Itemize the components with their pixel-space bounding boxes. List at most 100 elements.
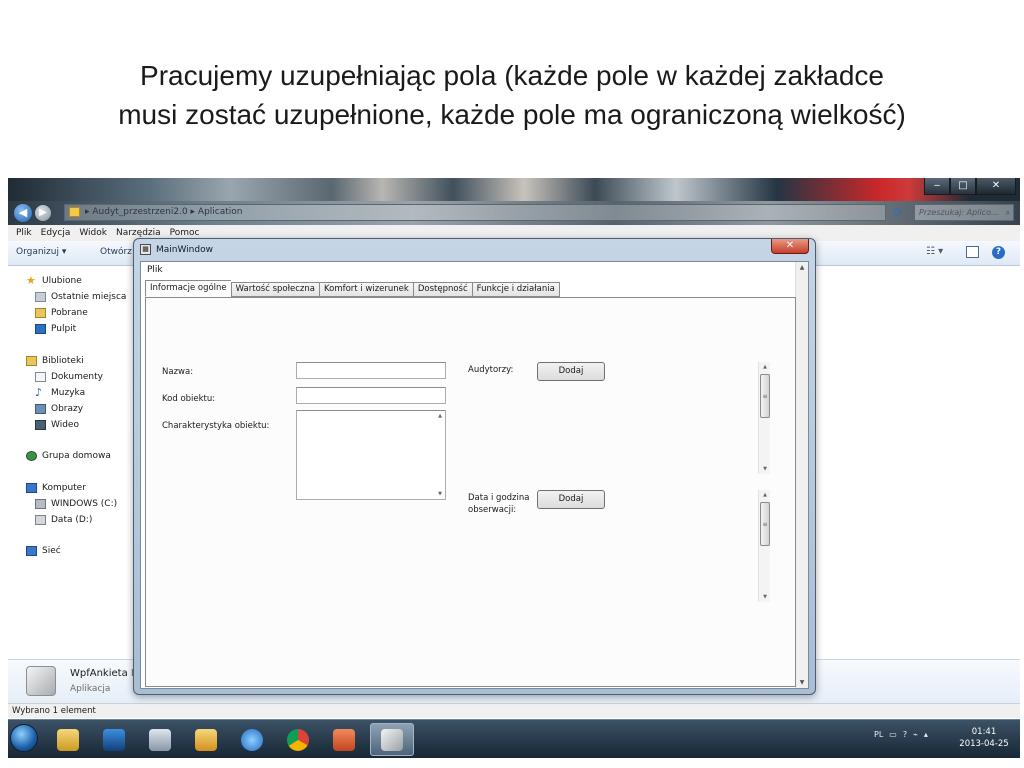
nav-libraries[interactable]: Biblioteki [26, 353, 84, 368]
add-auditor-button[interactable]: Dodaj [537, 362, 605, 381]
clock-date: 2013-04-25 [959, 739, 1009, 749]
screenshot: ‒ □ ✕ ◀ ▶ ▸ Audyt_przestrzeni2.0 ▸ Aplic… [8, 178, 1020, 758]
taskbar-explorer[interactable] [46, 723, 90, 756]
open-button[interactable]: Otwórz [100, 247, 132, 257]
tab-accessibility[interactable]: Dostępność [412, 282, 472, 297]
window-scrollbar[interactable]: ▲ ▼ [795, 262, 808, 688]
preview-pane-icon[interactable] [966, 246, 979, 258]
nav-label: Muzyka [51, 387, 86, 398]
nav-videos[interactable]: Wideo [35, 417, 79, 432]
pictures-icon [35, 403, 46, 414]
organize-button[interactable]: Organizuj ▾ [16, 247, 66, 257]
datetime-label: Data i godzina obserwacji: [468, 493, 530, 515]
menu-view[interactable]: Widok [79, 225, 107, 241]
application-icon [381, 728, 403, 751]
nav-homegroup[interactable]: Grupa domowa [26, 448, 111, 463]
refresh-icon[interactable]: ⟳ [890, 204, 906, 221]
textarea-scrollbar[interactable]: ▲ ▼ [435, 411, 445, 499]
scroll-thumb[interactable]: ≡ [760, 374, 770, 418]
powerpoint-icon [333, 728, 355, 751]
nav-label: Ostatnie miejsca [51, 291, 127, 302]
desktop-icon [35, 323, 46, 334]
scroll-down-icon[interactable]: ▼ [759, 466, 771, 472]
nav-desktop[interactable]: Pulpit [35, 321, 76, 336]
search-input[interactable]: Przeszukaj: Aplico... ⌕ [914, 204, 1014, 221]
chrome-icon [287, 728, 309, 751]
drive-icon [35, 514, 46, 525]
slide: Pracujemy uzupełniając pola (każde pole … [0, 0, 1024, 768]
taskbar-chrome[interactable] [276, 723, 320, 756]
taskbar-calculator[interactable] [138, 723, 182, 756]
taskbar-mail[interactable] [184, 723, 228, 756]
description-textarea[interactable]: ▲ ▼ [296, 410, 446, 500]
window-icon: ▦ [140, 244, 151, 255]
language-indicator[interactable]: PL [874, 730, 883, 739]
status-bar: Wybrano 1 element [8, 703, 1020, 718]
start-button[interactable] [10, 724, 38, 752]
nav-documents[interactable]: Dokumenty [35, 369, 103, 384]
show-hidden-icons[interactable]: ▴ [924, 730, 928, 739]
taskbar-internet-explorer[interactable] [230, 723, 274, 756]
videos-icon [35, 419, 46, 430]
address-input[interactable]: ▸ Audyt_przestrzeni2.0 ▸ Aplication [64, 204, 886, 221]
nav-network[interactable]: Sieć [26, 543, 61, 558]
downloads-icon [35, 307, 46, 318]
maximize-button[interactable]: □ [950, 178, 976, 195]
network-icon[interactable]: ⌁ [913, 730, 918, 739]
nav-drive-c[interactable]: WINDOWS (C:) [35, 496, 117, 511]
nav-label: Data (D:) [51, 514, 93, 525]
nav-label: Dokumenty [51, 371, 103, 382]
minimize-button[interactable]: ‒ [924, 178, 950, 195]
observations-list-scrollbar[interactable]: ▲ ≡ ▼ [758, 490, 770, 602]
tab-strip: Informacje ogólne Wartość społeczna Komf… [145, 280, 560, 297]
menu-file[interactable]: Plik [16, 225, 32, 241]
add-observation-button[interactable]: Dodaj [537, 490, 605, 509]
mail-icon [195, 728, 217, 751]
help-icon[interactable]: ? [903, 730, 907, 739]
scroll-up-icon[interactable]: ▲ [796, 264, 808, 271]
tab-comfort-image[interactable]: Komfort i wizerunek [318, 282, 413, 297]
scroll-down-icon[interactable]: ▼ [435, 491, 445, 497]
taskbar-media-player[interactable] [92, 723, 136, 756]
nav-recent[interactable]: Ostatnie miejsca [35, 289, 126, 304]
main-window: ▦ MainWindow ✕ Plik ▲ ▼ Informacje ogóln… [133, 238, 816, 695]
code-input[interactable] [296, 387, 446, 404]
back-button[interactable]: ◀ [14, 204, 32, 222]
close-button[interactable]: ✕ [976, 178, 1016, 195]
clock[interactable]: 01:41 2013-04-25 [956, 726, 1012, 750]
views-icon[interactable]: ☷ ▾ [926, 246, 943, 257]
search-placeholder: Przeszukaj: Aplico... [919, 208, 999, 217]
name-input[interactable] [296, 362, 446, 379]
nav-drive-d[interactable]: Data (D:) [35, 512, 92, 527]
computer-icon [26, 482, 37, 493]
slide-title-line-1: Pracujemy uzupełniając pola (każde pole … [140, 60, 884, 91]
taskbar-wpfankieta[interactable] [370, 723, 414, 756]
nav-computer[interactable]: Komputer [26, 480, 86, 495]
scroll-up-icon[interactable]: ▲ [435, 413, 445, 419]
tab-general-info[interactable]: Informacje ogólne [145, 280, 231, 297]
forward-button[interactable]: ▶ [35, 205, 51, 221]
scroll-up-icon[interactable]: ▲ [759, 492, 771, 498]
auditors-list-scrollbar[interactable]: ▲ ≡ ▼ [758, 362, 770, 474]
tab-social-value[interactable]: Wartość społeczna [230, 282, 319, 297]
nav-downloads[interactable]: Pobrane [35, 305, 88, 320]
nav-music[interactable]: ♪ Muzyka [35, 385, 85, 400]
taskbar: PL ▭ ? ⌁ ▴ 01:41 2013-04-25 [8, 719, 1020, 758]
close-button[interactable]: ✕ [771, 239, 809, 254]
nav-label: Obrazy [51, 403, 84, 414]
scroll-down-icon[interactable]: ▼ [759, 594, 771, 600]
help-icon[interactable]: ? [992, 246, 1005, 259]
scroll-down-icon[interactable]: ▼ [796, 679, 808, 686]
scroll-thumb[interactable]: ≡ [760, 502, 770, 546]
file-type: Aplikacja [70, 684, 111, 694]
scroll-up-icon[interactable]: ▲ [759, 364, 771, 370]
nav-pictures[interactable]: Obrazy [35, 401, 83, 416]
main-window-titlebar[interactable]: ▦ MainWindow ✕ [134, 239, 815, 261]
keyboard-icon[interactable]: ▭ [889, 730, 897, 739]
menu-edit[interactable]: Edycja [41, 225, 71, 241]
tab-functions-actions[interactable]: Funkcje i działania [471, 282, 560, 297]
nav-favorites[interactable]: ★ Ulubione [26, 273, 82, 288]
taskbar-powerpoint[interactable] [322, 723, 366, 756]
menu-file[interactable]: Plik [147, 265, 163, 275]
star-icon: ★ [26, 273, 36, 287]
